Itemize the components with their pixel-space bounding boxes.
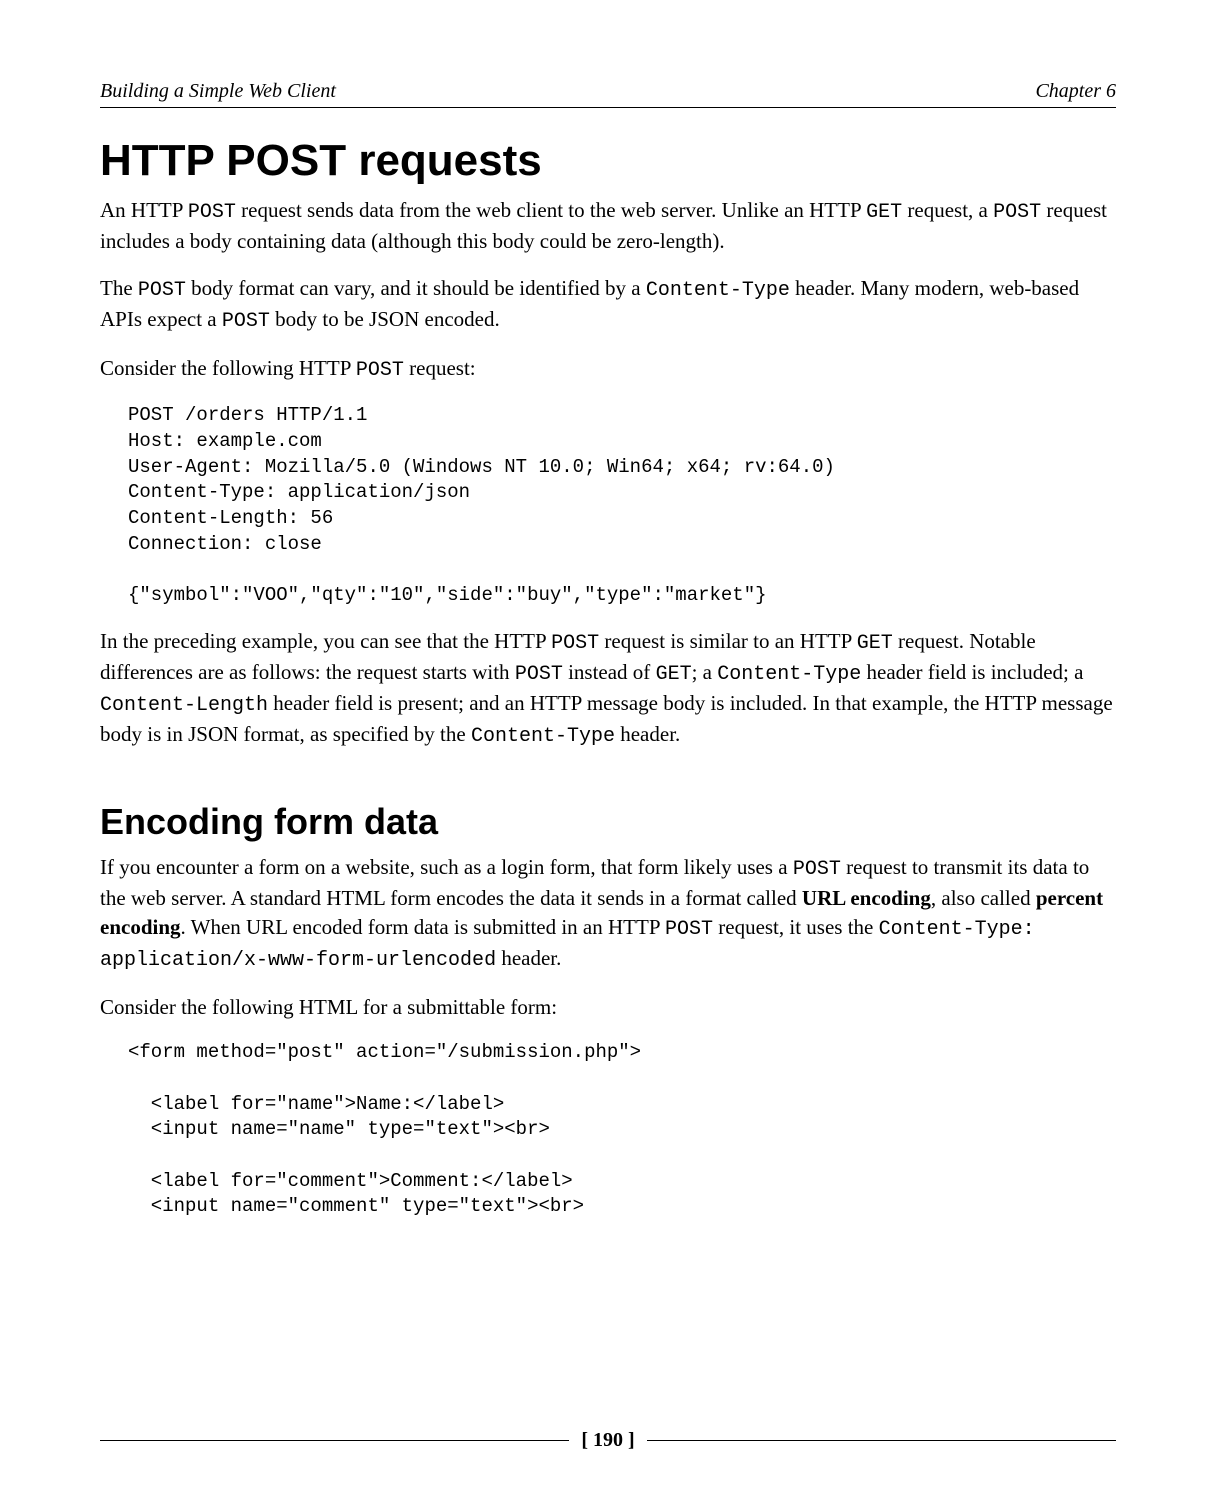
heading-http-post-requests: HTTP POST requests bbox=[100, 136, 1116, 186]
para-s2-2: Consider the following HTML for a submit… bbox=[100, 993, 1116, 1022]
para-s1-1: An HTTP POST request sends data from the… bbox=[100, 196, 1116, 256]
para-s1-3: Consider the following HTTP POST request… bbox=[100, 354, 1116, 385]
code-block-html-form: <form method="post" action="/submission.… bbox=[128, 1040, 1116, 1219]
heading-encoding-form-data: Encoding form data bbox=[100, 801, 1116, 843]
bold-text: URL encoding bbox=[802, 886, 931, 910]
header-left: Building a Simple Web Client bbox=[100, 80, 336, 103]
page-number: [ 190 ] bbox=[569, 1429, 646, 1452]
para-s2-1: If you encounter a form on a website, su… bbox=[100, 853, 1116, 975]
inline-code: Content-Type bbox=[717, 663, 861, 686]
inline-code: POST bbox=[793, 858, 841, 881]
code-block-http-request: POST /orders HTTP/1.1 Host: example.com … bbox=[128, 403, 1116, 608]
page: Building a Simple Web Client Chapter 6 H… bbox=[0, 0, 1216, 1500]
inline-code: POST bbox=[551, 632, 599, 655]
para-s1-4: In the preceding example, you can see th… bbox=[100, 627, 1116, 751]
inline-code: Content-Type bbox=[471, 725, 615, 748]
inline-code: Content-Length bbox=[100, 694, 268, 717]
inline-code: POST bbox=[222, 310, 270, 333]
inline-code: POST bbox=[665, 918, 713, 941]
inline-code: Content-Type bbox=[646, 279, 790, 302]
inline-code: POST bbox=[138, 279, 186, 302]
footer-rule-left bbox=[100, 1440, 569, 1441]
inline-code: POST bbox=[188, 201, 236, 224]
inline-code: GET bbox=[656, 663, 692, 686]
running-header: Building a Simple Web Client Chapter 6 bbox=[100, 80, 1116, 108]
inline-code: GET bbox=[866, 201, 902, 224]
inline-code: POST bbox=[993, 201, 1041, 224]
page-footer: [ 190 ] bbox=[100, 1429, 1116, 1452]
inline-code: POST bbox=[515, 663, 563, 686]
inline-code: POST bbox=[356, 359, 404, 382]
footer-rule-right bbox=[647, 1440, 1116, 1441]
header-right: Chapter 6 bbox=[1035, 80, 1116, 103]
inline-code: GET bbox=[857, 632, 893, 655]
para-s1-2: The POST body format can vary, and it sh… bbox=[100, 274, 1116, 336]
